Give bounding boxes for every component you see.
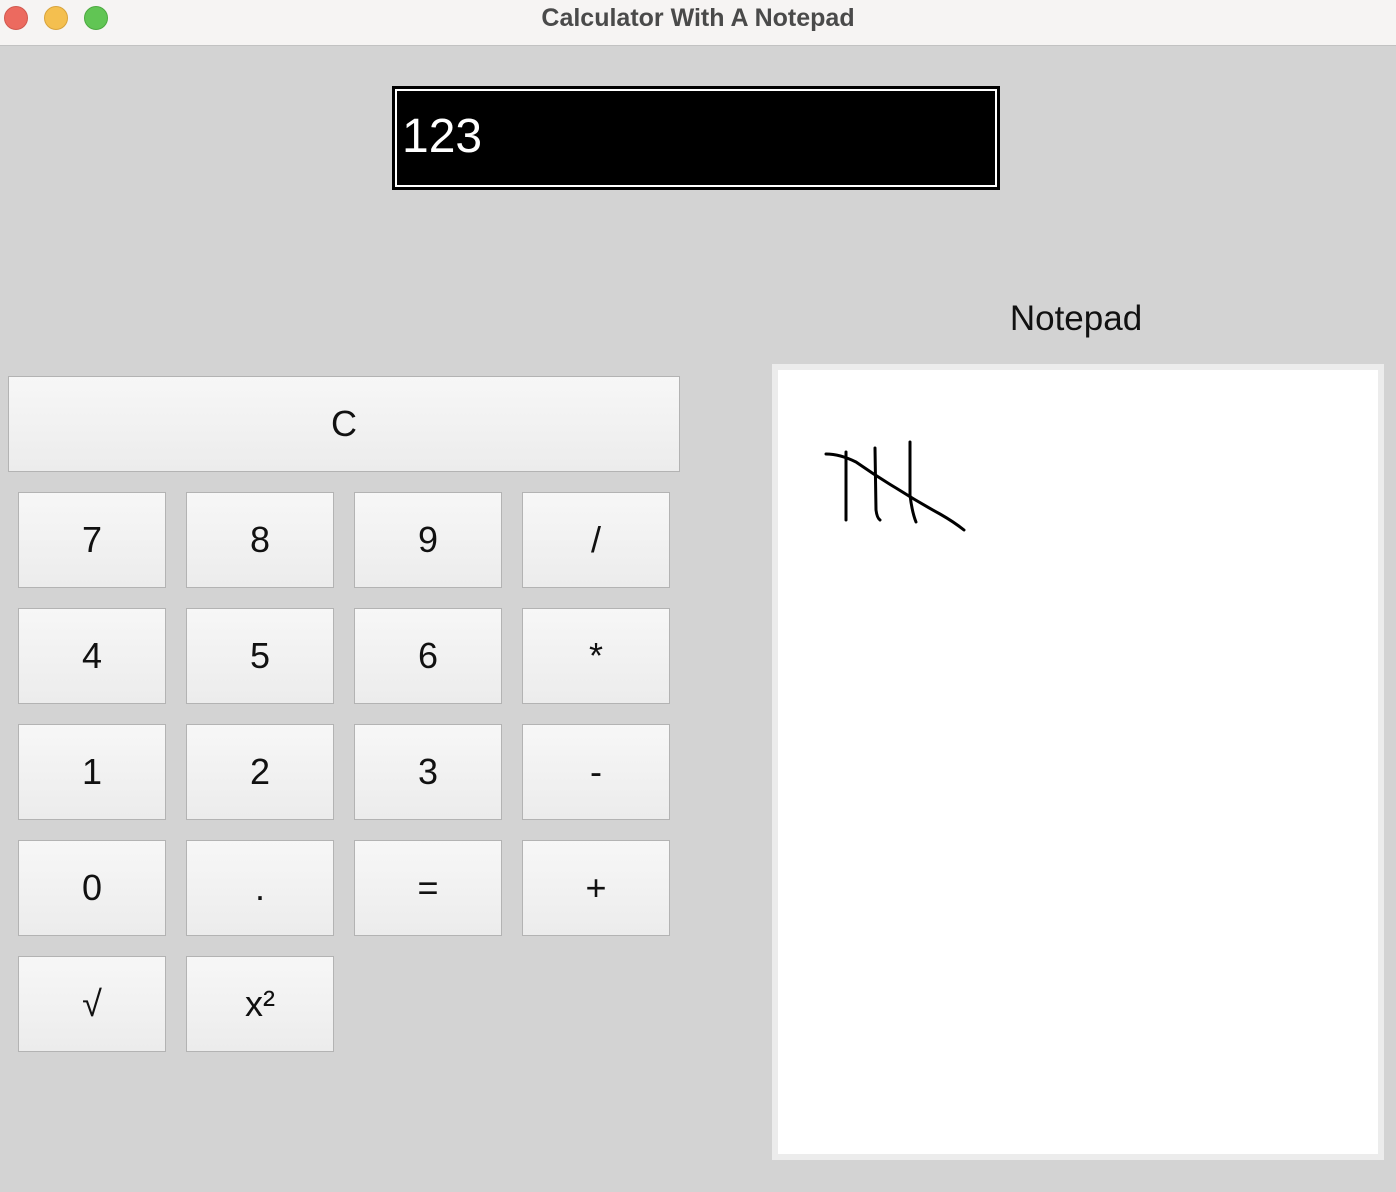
divide-label: / [590, 519, 601, 560]
digit-5-label: 5 [249, 635, 271, 676]
digit-0-label: 0 [81, 867, 103, 908]
digit-9-button[interactable]: 9 [354, 492, 502, 588]
sqrt-button[interactable]: √ [18, 956, 166, 1052]
multiply-button[interactable]: * [522, 608, 670, 704]
digit-8-label: 8 [249, 519, 271, 560]
display-value: 123 [395, 89, 997, 187]
notepad-drawing [824, 440, 966, 532]
square-button[interactable]: x² [186, 956, 334, 1052]
digit-3-label: 3 [417, 751, 439, 792]
digit-3-button[interactable]: 3 [354, 724, 502, 820]
digit-6-label: 6 [417, 635, 439, 676]
digit-7-label: 7 [81, 519, 103, 560]
decimal-button[interactable]: . [186, 840, 334, 936]
divide-button[interactable]: / [522, 492, 670, 588]
sqrt-label: √ [82, 983, 102, 1024]
digit-9-label: 9 [417, 519, 439, 560]
digit-2-label: 2 [249, 751, 271, 792]
add-button[interactable]: + [522, 840, 670, 936]
digit-7-button[interactable]: 7 [18, 492, 166, 588]
drawing-stroke-2 [873, 446, 882, 522]
calculator-window: Calculator With A Notepad 123 C 7 8 9 / … [0, 0, 1396, 1192]
digit-6-button[interactable]: 6 [354, 608, 502, 704]
digit-1-button[interactable]: 1 [18, 724, 166, 820]
digit-0-button[interactable]: 0 [18, 840, 166, 936]
digit-5-button[interactable]: 5 [186, 608, 334, 704]
window-title: Calculator With A Notepad [541, 4, 855, 32]
notepad-label: Notepad [1009, 299, 1143, 338]
square-label: x² [245, 983, 275, 1024]
calculator-display[interactable]: 123 [392, 86, 1000, 190]
digit-1-label: 1 [81, 751, 103, 792]
notepad-canvas[interactable] [778, 370, 1378, 1154]
add-label: + [585, 867, 607, 908]
subtract-button[interactable]: - [522, 724, 670, 820]
equals-button[interactable]: = [354, 840, 502, 936]
clear-button[interactable]: C [8, 376, 680, 472]
digit-4-label: 4 [81, 635, 103, 676]
multiply-label: * [588, 635, 603, 676]
title-bar: Calculator With A Notepad [0, 0, 1396, 46]
digit-8-button[interactable]: 8 [186, 492, 334, 588]
digit-4-button[interactable]: 4 [18, 608, 166, 704]
drawing-stroke-3 [908, 440, 918, 524]
decimal-label: . [254, 867, 265, 908]
equals-label: = [417, 867, 439, 908]
digit-2-button[interactable]: 2 [186, 724, 334, 820]
clear-button-label: C [331, 403, 357, 444]
notepad-frame [772, 364, 1384, 1160]
subtract-label: - [590, 751, 602, 792]
